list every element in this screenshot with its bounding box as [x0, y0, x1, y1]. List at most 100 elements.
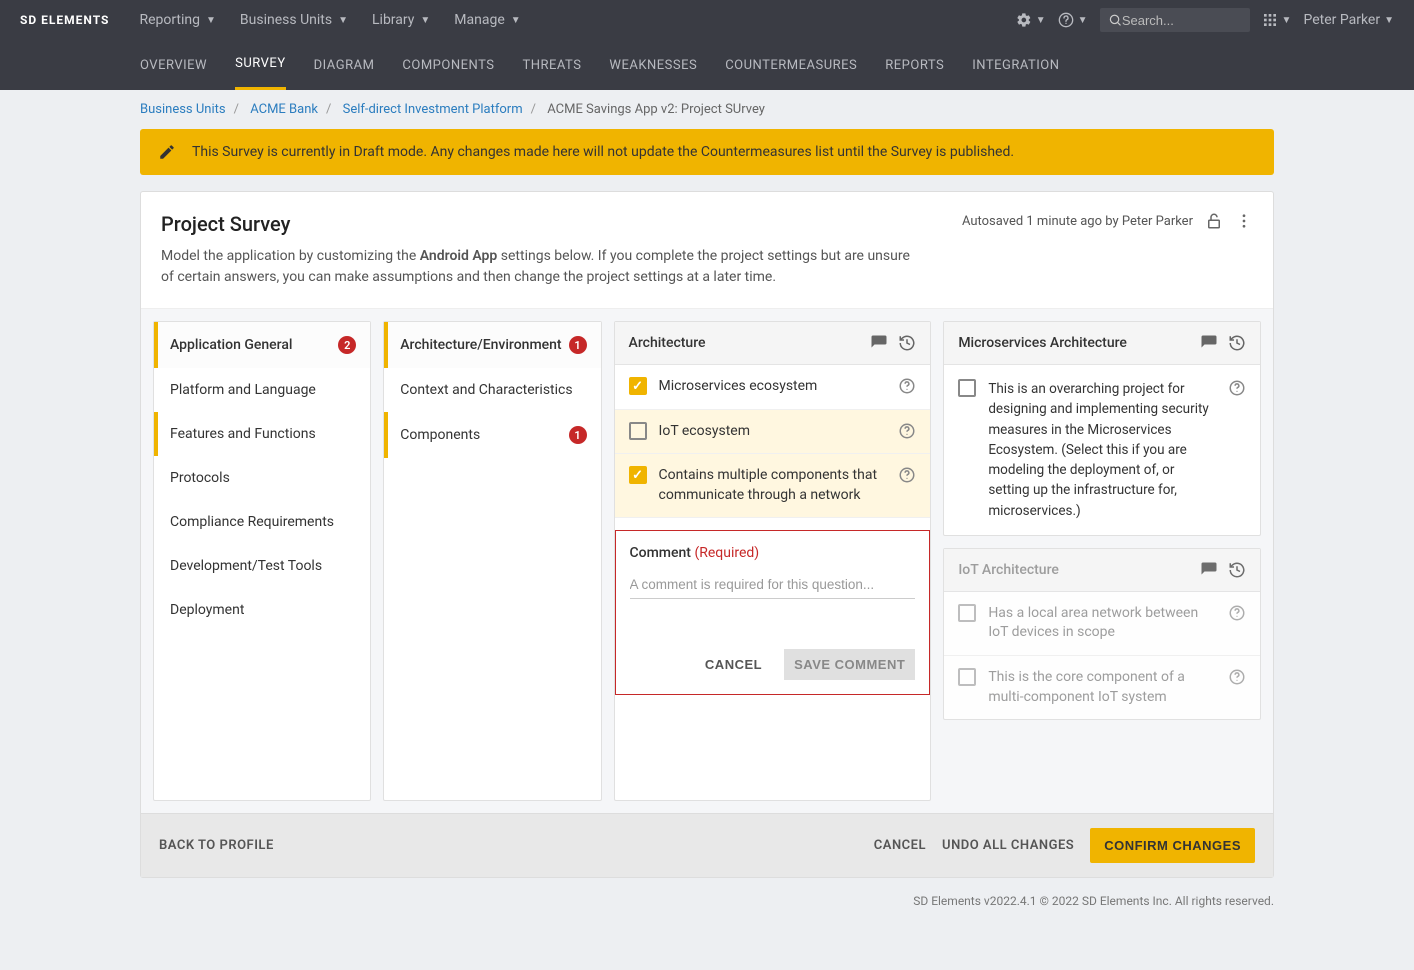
chevron-down-icon: ▼: [1036, 15, 1046, 26]
lock-open-icon[interactable]: [1205, 212, 1223, 230]
banner-text: This Survey is currently in Draft mode. …: [192, 144, 1014, 160]
nav-manage[interactable]: Manage ▼: [454, 12, 520, 28]
detail-column: Microservices Architecture This is an ov…: [943, 321, 1261, 801]
draft-banner: This Survey is currently in Draft mode. …: [140, 129, 1274, 175]
cat-label: Features and Functions: [170, 426, 316, 442]
nav-library[interactable]: Library▼: [372, 12, 430, 28]
panel-header: Microservices Architecture: [944, 322, 1260, 365]
badge: 1: [569, 336, 587, 354]
cat-protocols[interactable]: Protocols: [154, 456, 370, 500]
question-column: Architecture Microservices ecosystem IoT…: [614, 321, 932, 801]
check-iot: IoT ecosystem: [615, 410, 931, 455]
search-input[interactable]: [1122, 13, 1242, 28]
crumb-current: ACME Savings App v2: Project SUrvey: [547, 102, 765, 117]
cat-label: Components: [400, 427, 480, 443]
comment-icon[interactable]: [1200, 334, 1218, 352]
check-label: Microservices ecosystem: [659, 377, 887, 397]
page-title: Project Survey: [161, 212, 921, 236]
history-icon[interactable]: [1228, 561, 1246, 579]
desc-bold: Android App: [420, 248, 498, 264]
checkbox[interactable]: [629, 377, 647, 395]
cat-label: Development/Test Tools: [170, 558, 322, 574]
comment-input[interactable]: [630, 571, 916, 599]
panel-icons: [1200, 334, 1246, 352]
undo-all-button[interactable]: UNDO ALL CHANGES: [942, 838, 1074, 853]
chevron-down-icon: ▼: [511, 15, 521, 26]
tab-diagram[interactable]: DIAGRAM: [314, 42, 375, 89]
search-box[interactable]: [1100, 8, 1250, 32]
crumb-acme-bank[interactable]: ACME Bank: [250, 102, 318, 117]
tab-survey[interactable]: SURVEY: [235, 40, 286, 90]
cat-label: Deployment: [170, 602, 244, 618]
tab-integration[interactable]: INTEGRATION: [972, 42, 1059, 89]
subcategory-column: Architecture/Environment 1 Context and C…: [383, 321, 601, 801]
checkbox[interactable]: [958, 379, 976, 397]
subcat-context-characteristics[interactable]: Context and Characteristics: [384, 368, 600, 412]
topbar-right: ▼ ▼ ▼ Peter Parker ▼: [1016, 8, 1394, 32]
nav-label: Manage: [454, 12, 504, 28]
tab-components[interactable]: COMPONENTS: [402, 42, 494, 89]
card-header-left: Project Survey Model the application by …: [161, 212, 921, 288]
back-to-profile-button[interactable]: BACK TO PROFILE: [159, 838, 274, 853]
save-comment-button: SAVE COMMENT: [784, 649, 915, 680]
cat-label: Compliance Requirements: [170, 514, 334, 530]
cat-label: Context and Characteristics: [400, 382, 572, 398]
cat-platform-language[interactable]: Platform and Language: [154, 368, 370, 412]
cat-dev-test-tools[interactable]: Development/Test Tools: [154, 544, 370, 588]
confirm-changes-button[interactable]: CONFIRM CHANGES: [1090, 828, 1255, 863]
crumb-platform[interactable]: Self-direct Investment Platform: [343, 102, 523, 117]
tab-overview[interactable]: OVERVIEW: [140, 42, 207, 89]
user-menu[interactable]: Peter Parker ▼: [1303, 12, 1394, 28]
comment-title-text: Comment: [630, 545, 691, 561]
cat-features-functions[interactable]: Features and Functions: [154, 412, 370, 456]
checkbox[interactable]: [958, 604, 976, 622]
chevron-down-icon: ▼: [338, 15, 348, 26]
help-icon[interactable]: [1228, 604, 1246, 622]
apps-icon: [1262, 12, 1278, 28]
cancel-comment-button[interactable]: CANCEL: [695, 649, 772, 680]
panel-iot-arch: IoT Architecture Has a local area networ…: [943, 548, 1261, 720]
nav-business-units[interactable]: Business Units▼: [240, 12, 348, 28]
help-icon[interactable]: [898, 422, 916, 440]
cat-compliance[interactable]: Compliance Requirements: [154, 500, 370, 544]
history-icon[interactable]: [898, 334, 916, 352]
panel-title: Microservices Architecture: [958, 335, 1127, 351]
topbar: SD ELEMENTS Reporting▼ Business Units▼ L…: [0, 0, 1414, 40]
checkbox[interactable]: [958, 668, 976, 686]
card-header: Project Survey Model the application by …: [141, 192, 1273, 308]
subcat-architecture-environment[interactable]: Architecture/Environment 1: [384, 322, 600, 368]
check-label: Has a local area network between IoT dev…: [988, 604, 1216, 643]
tab-reports[interactable]: REPORTS: [885, 42, 944, 89]
more-icon[interactable]: [1235, 212, 1253, 230]
help-icon[interactable]: [1228, 668, 1246, 686]
panel-header-architecture: Architecture: [615, 322, 931, 365]
nav-label: Library: [372, 12, 414, 28]
crumb-business-units[interactable]: Business Units: [140, 102, 226, 117]
subcat-components[interactable]: Components 1: [384, 412, 600, 458]
comment-icon[interactable]: [870, 334, 888, 352]
comment-icon[interactable]: [1200, 561, 1218, 579]
tab-weaknesses[interactable]: WEAKNESSES: [609, 42, 697, 89]
history-icon[interactable]: [1228, 334, 1246, 352]
apps-menu[interactable]: ▼: [1262, 12, 1292, 28]
checkbox[interactable]: [629, 466, 647, 484]
help-menu[interactable]: ▼: [1058, 12, 1088, 28]
brand-logo: SD ELEMENTS: [20, 13, 109, 27]
copyright: SD Elements v2022.4.1 © 2022 SD Elements…: [0, 878, 1414, 938]
cat-deployment[interactable]: Deployment: [154, 588, 370, 632]
cat-application-general[interactable]: Application General 2: [154, 322, 370, 368]
checkbox[interactable]: [629, 422, 647, 440]
help-icon[interactable]: [898, 377, 916, 395]
help-icon[interactable]: [1228, 379, 1246, 521]
comment-required: (Required): [694, 545, 759, 561]
tab-countermeasures[interactable]: COUNTERMEASURES: [725, 42, 857, 89]
check-microservices: Microservices ecosystem: [615, 365, 931, 410]
cancel-button[interactable]: CANCEL: [874, 838, 926, 853]
settings-menu[interactable]: ▼: [1016, 12, 1046, 28]
cat-label: Application General: [170, 337, 292, 353]
nav-reporting[interactable]: Reporting▼: [139, 12, 215, 28]
help-icon[interactable]: [898, 466, 916, 484]
cat-label: Architecture/Environment: [400, 337, 561, 353]
badge: 1: [569, 426, 587, 444]
tab-threats[interactable]: THREATS: [522, 42, 581, 89]
